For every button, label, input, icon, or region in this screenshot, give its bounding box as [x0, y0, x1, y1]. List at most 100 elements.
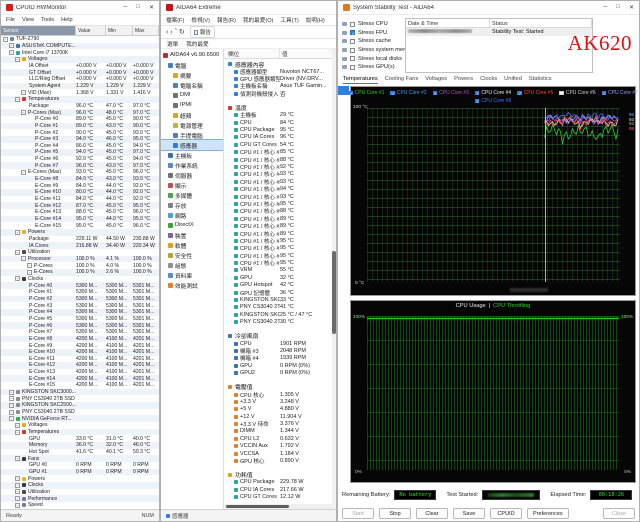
sensor-row[interactable]: − PNY CS3040 2TB SSD: [1, 395, 159, 402]
toolbar-icon[interactable]: ↻: [179, 29, 185, 36]
sensor-row[interactable]: GPU #1 0 RPM 0 RPM 0 RPM: [1, 468, 159, 476]
sensor-row[interactable]: CPU #1 / 核心 #1395 °C: [224, 237, 332, 245]
sensor-row[interactable]: P-Core #3 94.0 °C 46.0 °C 95.0 °C: [1, 135, 159, 143]
column-header-sensor[interactable]: Sensor: [1, 26, 76, 35]
menu-item[interactable]: 我的最愛(O): [243, 16, 273, 24]
sensor-row[interactable]: P-Core #2 5300 M... 5300 M... 5301 M...: [1, 295, 159, 303]
legend-checkbox-icon[interactable]: [432, 90, 438, 95]
tree-expander-icon[interactable]: −: [15, 429, 20, 435]
tree-expander-icon[interactable]: −: [9, 50, 14, 56]
sensor-row[interactable]: 偵測到機殼侵入否: [224, 90, 332, 98]
preferences-button[interactable]: Preferences: [527, 508, 569, 519]
sensor-row[interactable]: E-Core #9 84.0 °C 44.0 °C 92.0 °C: [1, 182, 159, 189]
sensor-row[interactable]: IA Cores 216.88 W 34.40 W 220.34 W: [1, 242, 159, 249]
tree-expander-icon[interactable]: −: [9, 396, 14, 402]
tree-expander-icon[interactable]: −: [15, 249, 20, 255]
sensor-row[interactable]: CPU GT Cores 12.12 W: [224, 494, 332, 501]
sensor-row[interactable]: P-Core #6 5300 M... 5300 M... 5301 M...: [1, 322, 159, 329]
sensor-row[interactable]: CPU IA Cores 217.66 W: [224, 486, 332, 493]
sidebar-item[interactable]: 手提電腦: [161, 130, 223, 140]
sidebar-item[interactable]: 效能測試: [161, 280, 223, 290]
menu-item[interactable]: 工具(T): [280, 16, 298, 24]
checkbox-icon[interactable]: [350, 56, 355, 62]
minimize-icon[interactable]: ─: [123, 4, 127, 11]
sensor-row[interactable]: − Powers: [1, 229, 159, 236]
checkbox-icon[interactable]: [350, 47, 355, 53]
sensor-row[interactable]: CPU #1 / 核心 #1189 °C: [224, 222, 332, 230]
sensor-row[interactable]: − Temperatures: [1, 428, 159, 436]
sensor-row[interactable]: CPU #1 / 核心 #6 94 °C: [224, 185, 332, 193]
log-col-datetime[interactable]: Date & Time: [406, 19, 490, 27]
sensor-row[interactable]: − TUF-Z790: [1, 36, 159, 43]
sensor-row[interactable]: +12 V 11.904 V: [224, 413, 332, 420]
tab-unified[interactable]: Unified: [504, 76, 522, 84]
sensor-row[interactable]: GPU2 0 RPM (0%): [224, 369, 332, 376]
nav-tab-1[interactable]: 我的最愛: [186, 40, 208, 48]
checkbox-icon[interactable]: [350, 30, 355, 37]
sensor-row[interactable]: GPU 33.0 °C 31.0 °C 40.0 °C: [1, 435, 159, 442]
legend-item[interactable]: CPU Core #1: [348, 90, 384, 96]
sensor-row[interactable]: +3.3 V 待命 3.376 V: [224, 420, 332, 428]
sensor-row[interactable]: CPU #1 / 核心 #1595 °C: [224, 252, 332, 259]
sensor-row[interactable]: − E-Cores 100.0 % 2.6 % 100.0 %: [1, 268, 159, 276]
sensor-row[interactable]: E-Core #11 4200 M... 4100 M... 4201 M...: [1, 356, 159, 363]
close-icon[interactable]: ✕: [629, 4, 634, 11]
sidebar-item[interactable]: 多媒體: [161, 190, 223, 200]
sensor-row[interactable]: CPU #1 / 核心 #4 93 °C: [224, 171, 332, 178]
sidebar-item[interactable]: AIDA64 v6.90.6500: [161, 50, 223, 60]
legend-item[interactable]: CPU Core #4: [474, 90, 511, 96]
sensor-row[interactable]: CPU IA Cores 96 °C: [224, 134, 332, 141]
sensor-row[interactable]: − Utilization: [1, 249, 159, 256]
sensor-row[interactable]: − KINGSTON SKC3000...: [1, 388, 159, 396]
legend-checkbox-icon[interactable]: [390, 90, 395, 95]
sensor-group-header[interactable]: 功耗值: [224, 471, 332, 479]
sensor-row[interactable]: IA Offset +0.000 V +0.000 V +0.000 V: [1, 63, 159, 70]
tab-voltages[interactable]: Voltages: [425, 76, 447, 84]
sensor-row[interactable]: CPU 核心 1.305 V: [224, 391, 332, 398]
sensor-row[interactable]: − Temperatures: [1, 95, 159, 103]
tree-expander-icon[interactable]: −: [27, 263, 32, 269]
sensor-row[interactable]: E-Core #12 4200 M... 4100 M... 4201 M...: [1, 362, 159, 369]
sensor-row[interactable]: CPU Package 95 °C: [224, 126, 332, 133]
tree-expander-icon[interactable]: −: [15, 456, 20, 462]
clear-button[interactable]: Clear: [416, 508, 448, 519]
sensor-row[interactable]: E-Core #13 4200 M... 4100 M... 4201 M...: [1, 369, 159, 376]
tree-expander-icon[interactable]: −: [15, 276, 20, 282]
sensor-row[interactable]: E-Core #14 4200 M... 4100 M... 4201 M...: [1, 375, 159, 383]
sidebar-item[interactable]: DMI: [161, 90, 223, 100]
sensor-group-header[interactable]: 溫度: [224, 104, 332, 112]
sidebar-item[interactable]: 作業系統: [161, 160, 223, 170]
sensor-row[interactable]: CPU #1 / 核心 #1495 °C: [224, 245, 332, 252]
report-button[interactable]: 報告: [189, 26, 215, 38]
tree-expander-icon[interactable]: −: [15, 496, 20, 502]
sidebar-item[interactable]: 安全性: [161, 250, 223, 260]
sensor-row[interactable]: +5 V 4.880 V: [224, 406, 332, 413]
sensor-row[interactable]: CPU #1 / 核心 #5 93 °C: [224, 178, 332, 185]
tree-expander-icon[interactable]: −: [27, 269, 32, 275]
menu-item-file[interactable]: File: [6, 17, 15, 23]
sensor-row[interactable]: LLC/Ring Offset +0.000 V +0.000 V +0.000 V: [1, 76, 159, 83]
tree-expander-icon[interactable]: −: [15, 96, 20, 102]
vertical-scrollbar[interactable]: [332, 49, 336, 509]
log-row[interactable]: Stability Test: Started: [406, 28, 592, 36]
sensor-row[interactable]: E-Core #8 84.0 °C 43.0 °C 93.0 °C: [1, 175, 159, 183]
sensor-row[interactable]: Package 96.0 °C 47.0 °C 97.0 °C: [1, 103, 159, 110]
sensor-row[interactable]: CPU GT Cores 54 °C: [224, 141, 332, 148]
hwmonitor-column-header[interactable]: Sensor Value Min Max: [1, 26, 159, 36]
tree-expander-icon[interactable]: −: [15, 482, 20, 488]
sensor-row[interactable]: E-Core #15 95.0 °C 45.0 °C 96.0 °C: [1, 222, 159, 229]
sensor-row[interactable]: − Utilization: [1, 489, 159, 496]
sensor-row[interactable]: P-Core #4 5300 M... 5300 M... 5301 M...: [1, 308, 159, 316]
save-button[interactable]: Save: [453, 508, 485, 519]
tree-expander-icon[interactable]: −: [9, 389, 14, 395]
sidebar-item[interactable]: 摘要: [161, 70, 223, 80]
legend-checkbox-icon[interactable]: [559, 90, 564, 96]
stop-button[interactable]: Stop: [379, 508, 411, 519]
tree-expander-icon[interactable]: −: [15, 229, 20, 235]
tree-expander-icon[interactable]: −: [21, 256, 26, 262]
tree-expander-icon[interactable]: −: [15, 422, 20, 428]
sensor-row[interactable]: PNY CS3040 2TB SSD (PNY2...30 °C: [224, 319, 332, 326]
sensor-row[interactable]: GPU #0 0 RPM 0 RPM 0 RPM: [1, 462, 159, 469]
sensor-row[interactable]: P-Core #4 86.0 °C 45.0 °C 94.0 °C: [1, 143, 159, 150]
sensor-row[interactable]: GT Offset +0.000 V +0.000 V +0.000 V: [1, 69, 159, 76]
